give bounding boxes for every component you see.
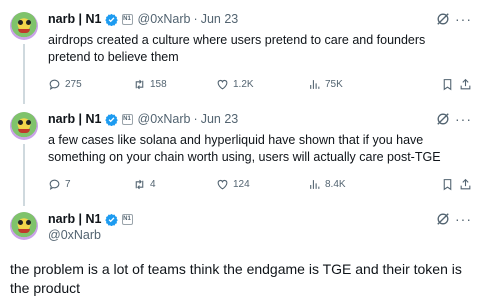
- avatar[interactable]: [10, 212, 38, 240]
- like-button[interactable]: 1.2K: [216, 76, 254, 92]
- affiliate-badge[interactable]: N1: [121, 113, 133, 125]
- tweet-date[interactable]: Jun 23: [201, 112, 239, 126]
- like-icon: [217, 179, 228, 189]
- bookmark-icon: [443, 178, 452, 190]
- display-name[interactable]: narb | N1: [48, 12, 102, 26]
- bookmark-icon: [443, 78, 452, 90]
- tweet-header: narb | N1 N1 @0xNarb · Jun 23: [48, 110, 238, 128]
- bookmark-button[interactable]: [441, 76, 454, 92]
- reply-icon: [49, 179, 60, 190]
- reply-button[interactable]: 7: [48, 176, 71, 192]
- avatar[interactable]: [10, 112, 38, 140]
- share-icon: [460, 178, 471, 189]
- views-count: 75K: [325, 78, 343, 90]
- user-handle[interactable]: @0xNarb: [48, 228, 101, 242]
- tweet-text: a few cases like solana and hyperliquid …: [48, 133, 441, 164]
- more-icon[interactable]: ···: [455, 112, 472, 126]
- retweet-count: 158: [150, 78, 167, 90]
- more-icon[interactable]: ···: [455, 212, 472, 226]
- separator-dot: ·: [193, 12, 198, 26]
- like-count: 124: [233, 178, 250, 190]
- reply-icon: [49, 79, 60, 90]
- avatar[interactable]: [10, 12, 38, 40]
- retweet-icon: [135, 179, 144, 189]
- verified-badge-icon: [104, 113, 118, 126]
- like-icon: [217, 79, 228, 89]
- grok-icon[interactable]: [436, 12, 450, 26]
- display-name[interactable]: narb | N1: [48, 212, 102, 226]
- tweet-date[interactable]: Jun 23: [201, 12, 239, 26]
- user-handle[interactable]: @0xNarb: [138, 112, 191, 126]
- tweet-header: narb | N1 N1 @0xNarb · Jun 23: [48, 10, 238, 28]
- like-button[interactable]: 124: [216, 176, 250, 192]
- separator-dot: ·: [193, 112, 198, 126]
- retweet-button[interactable]: 158: [133, 76, 167, 92]
- share-button[interactable]: [459, 176, 472, 192]
- verified-badge-icon: [104, 13, 118, 26]
- views-button[interactable]: 75K: [308, 76, 343, 92]
- tweet-2[interactable]: narb | N1 N1 @0xNarb · Jun 23 ··· a few …: [0, 110, 480, 206]
- retweet-count: 4: [150, 178, 156, 190]
- tweet-header: narb | N1 N1: [48, 210, 133, 228]
- retweet-icon: [135, 79, 144, 89]
- views-button[interactable]: 8.4K: [308, 176, 346, 192]
- views-icon: [310, 79, 320, 89]
- share-button[interactable]: [459, 76, 472, 92]
- bookmark-button[interactable]: [441, 176, 454, 192]
- retweet-button[interactable]: 4: [133, 176, 156, 192]
- action-bar: 275 158 1.2K 75K: [48, 76, 472, 92]
- verified-badge-icon: [104, 213, 118, 226]
- reply-count: 275: [65, 78, 82, 90]
- main-tweet[interactable]: narb | N1 N1 ··· @0xNarb the problem is …: [0, 210, 480, 300]
- affiliate-badge[interactable]: N1: [121, 13, 133, 25]
- tweet-1[interactable]: narb | N1 N1 @0xNarb · Jun 23 ··· airdro…: [0, 10, 480, 106]
- user-handle[interactable]: @0xNarb: [138, 12, 191, 26]
- affiliate-badge[interactable]: N1: [121, 213, 133, 225]
- display-name[interactable]: narb | N1: [48, 112, 102, 126]
- main-tweet-text: the problem is a lot of teams think the …: [10, 261, 462, 296]
- more-icon[interactable]: ···: [455, 12, 472, 26]
- like-count: 1.2K: [233, 78, 254, 90]
- share-icon: [460, 78, 471, 89]
- tweet-text: airdrops created a culture where users p…: [48, 33, 426, 64]
- reply-count: 7: [65, 178, 71, 190]
- action-bar: 7 4 124 8.4K: [48, 176, 472, 192]
- reply-button[interactable]: 275: [48, 76, 82, 92]
- views-count: 8.4K: [325, 178, 346, 190]
- views-icon: [310, 179, 320, 189]
- grok-icon[interactable]: [436, 112, 450, 126]
- grok-icon[interactable]: [436, 212, 450, 226]
